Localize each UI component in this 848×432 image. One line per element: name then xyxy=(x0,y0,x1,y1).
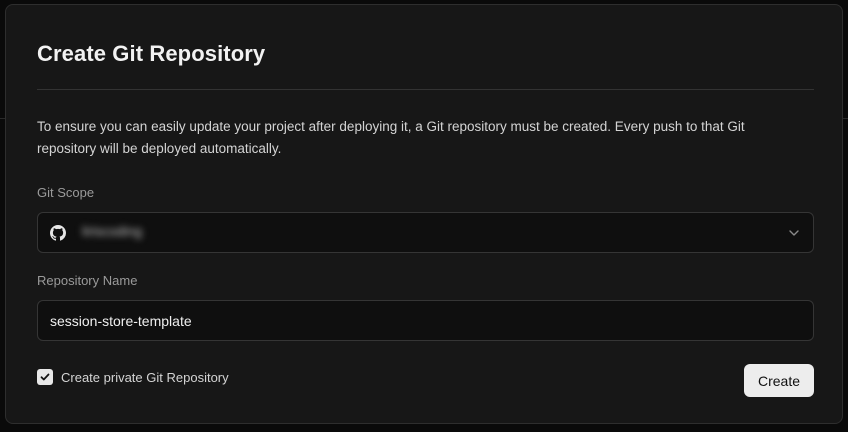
repository-name-input[interactable] xyxy=(37,300,814,341)
chevron-down-icon xyxy=(789,230,799,236)
git-scope-select[interactable]: liriscoding xyxy=(37,212,814,253)
create-git-repository-dialog: Create Git Repository To ensure you can … xyxy=(5,4,843,424)
private-repo-checkbox[interactable] xyxy=(37,369,53,385)
dialog-title: Create Git Repository xyxy=(37,41,266,66)
github-icon xyxy=(50,225,66,241)
repository-name-label: Repository Name xyxy=(37,273,138,288)
title-divider xyxy=(37,89,814,90)
checkmark-icon xyxy=(40,373,50,381)
git-scope-label: Git Scope xyxy=(37,185,95,200)
dialog-description: To ensure you can easily update your pro… xyxy=(37,119,745,156)
private-repo-label: Create private Git Repository xyxy=(61,369,229,385)
git-scope-selected-value: liriscoding xyxy=(82,224,143,239)
private-repo-checkbox-row[interactable]: Create private Git Repository xyxy=(37,368,229,386)
create-button[interactable]: Create xyxy=(744,364,814,397)
